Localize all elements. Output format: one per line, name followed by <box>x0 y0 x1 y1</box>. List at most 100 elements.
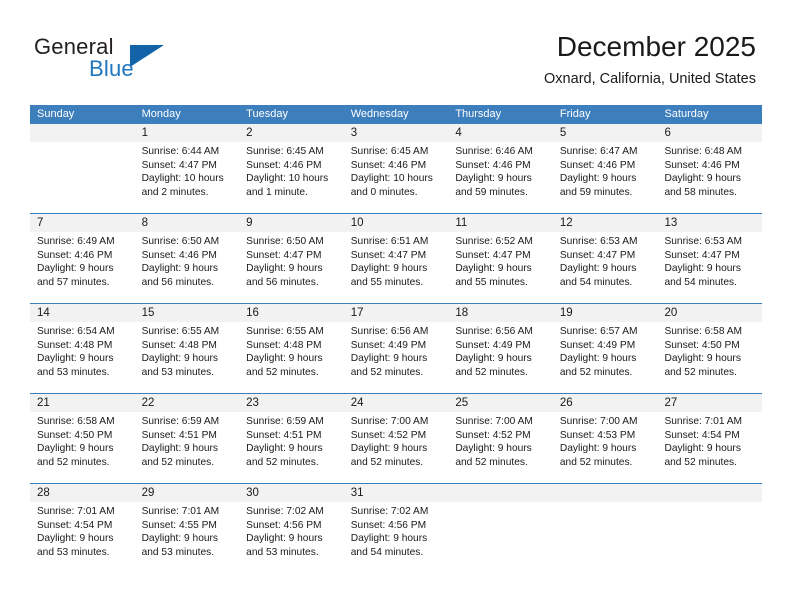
day-number: 27 <box>657 394 763 412</box>
day-details: Sunrise: 6:58 AM Sunset: 4:50 PM Daylight:… <box>657 322 762 379</box>
day-detail-line: and 56 minutes. <box>141 276 215 288</box>
day-cell[interactable]: 14 Sunrise: 6:54 AM Sunset: 4:48 PM Dayligh… <box>30 304 135 393</box>
day-detail-line: Daylight: 9 hours <box>141 533 219 545</box>
day-detail-line: Daylight: 9 hours <box>664 173 741 185</box>
day-details: Sunrise: 6:45 AM Sunset: 4:46 PM Daylight:… <box>239 142 344 199</box>
day-detail-line: Sunset: 4:47 PM <box>559 249 636 261</box>
day-cell[interactable]: 22 Sunrise: 6:59 AM Sunset: 4:51 PM Dayligh… <box>134 394 240 483</box>
day-detail-line: and 2 minutes. <box>141 186 209 198</box>
day-detail-line: Sunrise: 6:50 AM <box>141 236 220 247</box>
day-cell[interactable]: 8 Sunrise: 6:50 AM Sunset: 4:46 PM Daylight… <box>134 214 240 303</box>
day-details: Sunrise: 6:47 AM Sunset: 4:46 PM Daylight:… <box>553 142 658 199</box>
day-number: 25 <box>448 394 553 412</box>
brand-logo[interactable]: General Blue <box>34 34 214 86</box>
day-detail-line: Daylight: 9 hours <box>455 263 532 275</box>
day-cell[interactable]: 21 Sunrise: 6:58 AM Sunset: 4:50 PM Dayligh… <box>30 394 135 483</box>
day-cell[interactable]: 10 Sunrise: 6:51 AM Sunset: 4:47 PM Dayligh… <box>343 214 449 303</box>
day-cell[interactable]: 29 Sunrise: 7:01 AM Sunset: 4:55 PM Dayligh… <box>134 484 240 573</box>
calendar-week-row: 14 Sunrise: 6:54 AM Sunset: 4:48 PM Dayligh… <box>30 303 763 393</box>
day-cell-empty <box>552 484 658 573</box>
day-detail-line: Sunset: 4:52 PM <box>455 429 531 441</box>
day-number: 2 <box>239 124 344 142</box>
day-details: Sunrise: 6:50 AM Sunset: 4:47 PM Daylight:… <box>239 232 344 289</box>
day-details: Sunrise: 6:56 AM Sunset: 4:49 PM Daylight:… <box>448 322 553 379</box>
day-cell[interactable]: 28 Sunrise: 7:01 AM Sunset: 4:54 PM Dayligh… <box>30 484 135 573</box>
day-cell[interactable]: 7 Sunrise: 6:49 AM Sunset: 4:46 PM Daylight… <box>30 214 135 303</box>
day-number: 12 <box>552 214 658 232</box>
day-cell[interactable]: 16 Sunrise: 6:55 AM Sunset: 4:48 PM Dayligh… <box>239 304 344 393</box>
day-detail-line: Sunset: 4:50 PM <box>664 339 740 351</box>
day-detail-line: Sunset: 4:46 PM <box>559 159 636 171</box>
day-detail-line: Sunrise: 6:45 AM <box>246 146 324 157</box>
day-cell[interactable]: 6 Sunrise: 6:48 AM Sunset: 4:46 PM Daylight… <box>657 124 763 213</box>
page-subtitle: Oxnard, California, United States <box>544 71 756 87</box>
day-number: 17 <box>343 304 449 322</box>
day-number: 1 <box>134 124 240 142</box>
day-cell[interactable]: 27 Sunrise: 7:01 AM Sunset: 4:54 PM Dayligh… <box>657 394 763 483</box>
day-detail-line: and 52 minutes. <box>350 366 424 378</box>
day-detail-line: Sunset: 4:46 PM <box>350 159 427 171</box>
day-detail-line: Daylight: 9 hours <box>350 443 428 455</box>
day-detail-line: Daylight: 9 hours <box>664 353 741 365</box>
weekday-header-row: Sunday Monday Tuesday Wednesday Thursday Frid… <box>30 105 762 124</box>
day-cell[interactable]: 18 Sunrise: 6:56 AM Sunset: 4:49 PM Dayligh… <box>448 304 553 393</box>
day-number: 16 <box>239 304 344 322</box>
day-cell[interactable]: 12 Sunrise: 6:53 AM Sunset: 4:47 PM Dayligh… <box>552 214 658 303</box>
day-cell[interactable]: 23 Sunrise: 6:59 AM Sunset: 4:51 PM Dayligh… <box>239 394 344 483</box>
day-cell[interactable]: 24 Sunrise: 7:00 AM Sunset: 4:52 PM Dayligh… <box>343 394 449 483</box>
day-cell[interactable]: 5 Sunrise: 6:47 AM Sunset: 4:46 PM Daylight… <box>552 124 658 213</box>
day-detail-line: Sunrise: 7:01 AM <box>664 416 743 427</box>
day-cell[interactable]: 20 Sunrise: 6:58 AM Sunset: 4:50 PM Dayligh… <box>657 304 763 393</box>
day-cell[interactable]: 30 Sunrise: 7:02 AM Sunset: 4:56 PM Dayligh… <box>239 484 344 573</box>
day-detail-line: and 52 minutes. <box>455 456 528 468</box>
day-cell[interactable]: 1 Sunrise: 6:44 AM Sunset: 4:47 PM Daylight… <box>134 124 240 213</box>
day-cell[interactable]: 17 Sunrise: 6:56 AM Sunset: 4:49 PM Dayligh… <box>343 304 449 393</box>
day-detail-line: Sunset: 4:56 PM <box>350 519 427 531</box>
day-detail-line: Sunrise: 6:59 AM <box>141 416 220 427</box>
day-detail-line: Sunrise: 7:00 AM <box>350 416 429 427</box>
day-cell[interactable]: 19 Sunrise: 6:57 AM Sunset: 4:49 PM Dayligh… <box>552 304 658 393</box>
day-detail-line: Daylight: 9 hours <box>37 263 114 275</box>
day-cell[interactable]: 11 Sunrise: 6:52 AM Sunset: 4:47 PM Dayligh… <box>448 214 553 303</box>
day-cell[interactable]: 25 Sunrise: 7:00 AM Sunset: 4:52 PM Dayligh… <box>448 394 553 483</box>
day-detail-line: Sunrise: 6:50 AM <box>246 236 324 247</box>
day-details: Sunrise: 6:54 AM Sunset: 4:48 PM Daylight:… <box>30 322 135 379</box>
day-cell[interactable]: 9 Sunrise: 6:50 AM Sunset: 4:47 PM Daylight… <box>239 214 344 303</box>
day-detail-line: Sunset: 4:50 PM <box>37 429 113 441</box>
day-detail-line: and 53 minutes. <box>141 546 215 558</box>
day-detail-line: Sunset: 4:48 PM <box>141 339 217 351</box>
day-cell[interactable]: 4 Sunrise: 6:46 AM Sunset: 4:46 PM Daylight… <box>448 124 553 213</box>
day-detail-line: Sunrise: 7:01 AM <box>141 506 220 517</box>
day-cell[interactable]: 31 Sunrise: 7:02 AM Sunset: 4:56 PM Dayligh… <box>343 484 449 573</box>
day-detail-line: Daylight: 9 hours <box>559 263 637 275</box>
weekday-header-wednesday: Wednesday <box>350 108 409 120</box>
day-detail-line: and 55 minutes. <box>350 276 424 288</box>
day-details: Sunrise: 6:48 AM Sunset: 4:46 PM Daylight:… <box>657 142 762 199</box>
day-detail-line: Daylight: 9 hours <box>37 443 114 455</box>
day-number: 22 <box>134 394 240 412</box>
day-detail-line: Sunset: 4:49 PM <box>455 339 531 351</box>
day-detail-line: Daylight: 10 hours <box>350 173 433 185</box>
day-detail-line: Sunrise: 6:49 AM <box>37 236 115 247</box>
day-detail-line: Daylight: 9 hours <box>350 533 428 545</box>
day-cell-empty <box>448 484 553 573</box>
day-detail-line: Daylight: 9 hours <box>350 353 428 365</box>
day-cell[interactable]: 3 Sunrise: 6:45 AM Sunset: 4:46 PM Daylight… <box>343 124 449 213</box>
day-cell[interactable]: 13 Sunrise: 6:53 AM Sunset: 4:47 PM Dayligh… <box>657 214 763 303</box>
day-detail-line: Daylight: 9 hours <box>246 533 323 545</box>
day-detail-line: and 52 minutes. <box>664 456 737 468</box>
day-number: 6 <box>657 124 763 142</box>
day-detail-line: Daylight: 9 hours <box>246 353 323 365</box>
day-detail-line: Sunset: 4:47 PM <box>664 249 740 261</box>
day-detail-line: Sunset: 4:56 PM <box>246 519 322 531</box>
weekday-header-tuesday: Tuesday <box>246 108 288 120</box>
day-number: 19 <box>552 304 658 322</box>
day-cell[interactable]: 2 Sunrise: 6:45 AM Sunset: 4:46 PM Daylight… <box>239 124 344 213</box>
day-cell[interactable]: 26 Sunrise: 7:00 AM Sunset: 4:53 PM Dayligh… <box>552 394 658 483</box>
day-detail-line: Daylight: 9 hours <box>664 263 741 275</box>
day-detail-line: Sunrise: 6:44 AM <box>141 146 220 157</box>
day-details: Sunrise: 6:55 AM Sunset: 4:48 PM Daylight:… <box>239 322 344 379</box>
day-detail-line: Daylight: 9 hours <box>246 263 323 275</box>
day-detail-line: Sunrise: 7:00 AM <box>559 416 638 427</box>
day-cell[interactable]: 15 Sunrise: 6:55 AM Sunset: 4:48 PM Dayligh… <box>134 304 240 393</box>
